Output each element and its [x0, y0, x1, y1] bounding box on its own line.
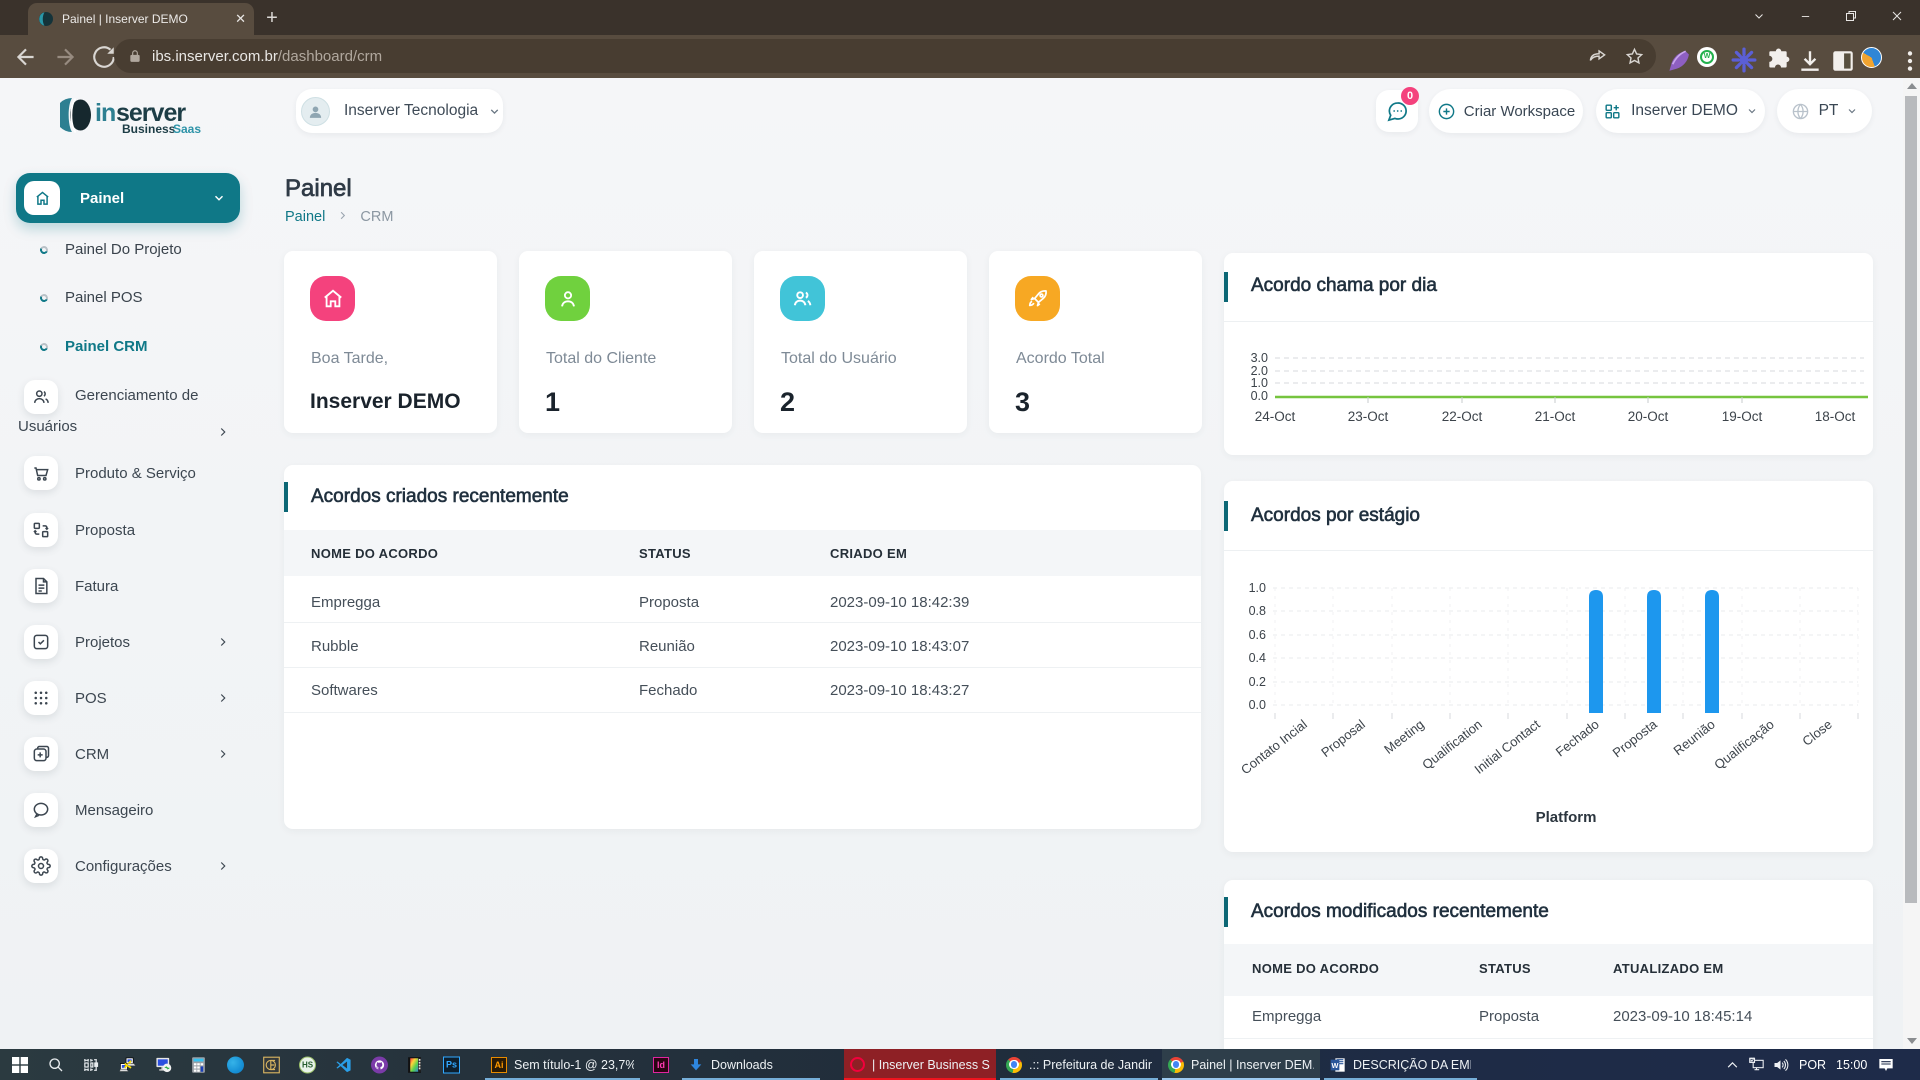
svg-text:0.4: 0.4	[1249, 651, 1266, 665]
svg-text:21-Oct: 21-Oct	[1535, 409, 1576, 424]
svg-text:Proposta: Proposta	[1610, 716, 1661, 760]
svg-text:Saas: Saas	[173, 122, 201, 136]
svg-text:0.0: 0.0	[1249, 698, 1266, 712]
svg-text:Business: Business	[122, 122, 176, 136]
svg-text:18-Oct: 18-Oct	[1815, 409, 1856, 424]
svg-text:0.6: 0.6	[1249, 628, 1266, 642]
svg-text:1.0: 1.0	[1249, 581, 1266, 595]
svg-text:Close: Close	[1799, 717, 1834, 749]
svg-text:1.0: 1.0	[1251, 376, 1268, 390]
svg-text:0.8: 0.8	[1249, 604, 1266, 618]
svg-text:19-Oct: 19-Oct	[1722, 409, 1763, 424]
svg-text:0.2: 0.2	[1249, 675, 1266, 689]
svg-text:W: W	[1332, 1061, 1339, 1070]
svg-text:3.0: 3.0	[1251, 351, 1268, 365]
svg-text:20-Oct: 20-Oct	[1628, 409, 1669, 424]
svg-text:Contato Incial: Contato Incial	[1238, 716, 1310, 777]
svg-text:24-Oct: 24-Oct	[1255, 409, 1296, 424]
svg-text:Platform: Platform	[1536, 809, 1597, 826]
svg-text:0.0: 0.0	[1251, 389, 1268, 403]
svg-text:in: in	[95, 99, 115, 127]
svg-text:Qualificação: Qualificação	[1711, 717, 1777, 773]
svg-text:Reunião: Reunião	[1670, 717, 1717, 759]
svg-text:Proposal: Proposal	[1318, 716, 1368, 759]
svg-text:22-Oct: 22-Oct	[1442, 409, 1483, 424]
svg-text:23-Oct: 23-Oct	[1348, 409, 1389, 424]
svg-text:Meeting: Meeting	[1381, 717, 1427, 757]
svg-text:Fechado: Fechado	[1553, 717, 1602, 760]
